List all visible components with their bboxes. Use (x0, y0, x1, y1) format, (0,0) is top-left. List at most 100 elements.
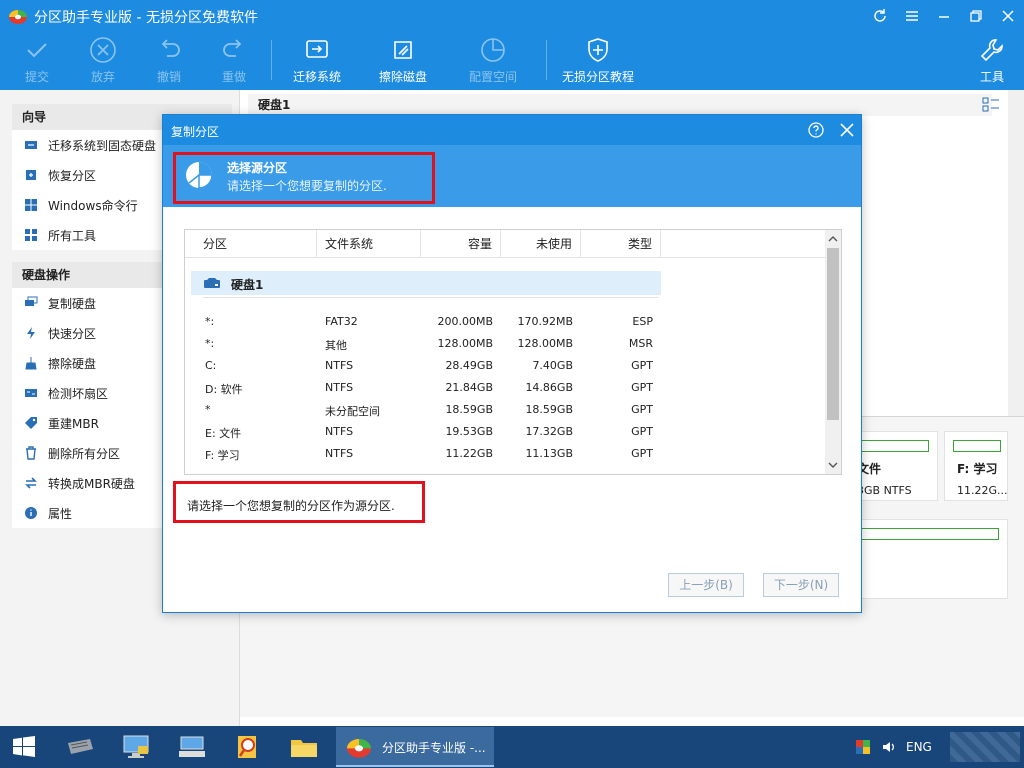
cell-capacity: 18.59GB (445, 403, 493, 416)
discard-button[interactable]: 放弃 (68, 36, 138, 88)
cell-unused: 11.13GB (525, 447, 573, 460)
disk-map-card[interactable] (844, 519, 1008, 599)
disk-group-row[interactable]: 硬盘1 (191, 271, 661, 295)
cell-type: GPT (631, 381, 653, 394)
config-space-button[interactable]: 配置空间 (458, 36, 528, 88)
tray-volume[interactable] (874, 730, 904, 764)
sidebar-item-label: 擦除硬盘 (48, 356, 97, 371)
sidebar-item-label: 重建MBR (48, 416, 99, 431)
cell-type: GPT (631, 359, 653, 372)
taskbar-search-tool[interactable] (226, 730, 270, 764)
sidebar-item-label: 所有工具 (48, 228, 97, 243)
tools-button[interactable]: 工具 (960, 36, 1024, 88)
cell-filesystem: NTFS (325, 381, 354, 394)
minimize-icon (939, 16, 949, 18)
highlight-box (173, 481, 425, 523)
cell-filesystem: FAT32 (325, 315, 358, 328)
table-row[interactable]: *: FAT32 200.00MB 170.92MB ESP (185, 311, 825, 333)
column-header-unused[interactable]: 未使用 (501, 230, 581, 258)
back-button[interactable]: 上一步(B) (668, 573, 744, 597)
restore-button[interactable] (960, 0, 992, 32)
shield-plus-icon (588, 38, 608, 62)
disk-usage-bar (853, 528, 999, 540)
refresh-button[interactable] (864, 0, 896, 32)
table-row[interactable]: D: 软件 NTFS 21.84GB 14.86GB GPT (185, 377, 825, 399)
cell-capacity: 19.53GB (445, 425, 493, 438)
next-button[interactable]: 下一步(N) (763, 573, 839, 597)
cell-capacity: 200.00MB (437, 315, 493, 328)
partition-card-f[interactable]: F: 学习 11.22G... (944, 431, 1008, 501)
cell-filesystem: 其他 (325, 339, 347, 352)
recover-icon (26, 170, 36, 180)
refresh-icon (874, 9, 886, 22)
folder-icon (291, 740, 317, 757)
restore-icon (970, 10, 982, 22)
taskbar-active-app[interactable]: 分区助手专业版 -... (336, 727, 494, 767)
taskbar-explorer[interactable] (282, 730, 326, 764)
config-label: 配置空间 (468, 70, 517, 84)
view-toggle-icon[interactable] (982, 96, 1000, 114)
discard-icon (90, 37, 116, 63)
redo-button[interactable]: 重做 (199, 36, 269, 88)
cell-partition: F: 学习 (205, 449, 240, 462)
cell-unused: 7.40GB (532, 359, 573, 372)
window-controls (864, 0, 1024, 32)
copy-disk-icon (25, 296, 38, 306)
cell-type: GPT (631, 403, 653, 416)
close-button[interactable] (992, 0, 1024, 32)
minimize-button[interactable] (928, 0, 960, 32)
cell-type: MSR (628, 337, 653, 350)
language-indicator[interactable]: ENG (906, 740, 932, 754)
pie-chart-icon (481, 38, 505, 62)
table-row[interactable]: E: 文件 NTFS 19.53GB 17.32GB GPT (185, 421, 825, 443)
table-row[interactable]: F: 学习 NTFS 11.22GB 11.13GB GPT (185, 443, 825, 465)
migrate-label: 迁移系统 (292, 70, 341, 84)
discard-label: 放弃 (90, 70, 115, 84)
column-header-filesystem[interactable]: 文件系统 (317, 230, 421, 258)
tray-color-icon (856, 740, 870, 754)
disk-group-label: 硬盘1 (231, 278, 264, 292)
cell-capacity: 28.49GB (445, 359, 493, 372)
partition-usage-bar (853, 440, 929, 452)
scroll-up-icon[interactable] (825, 232, 841, 246)
volume-icon (883, 742, 894, 752)
cell-partition: D: 软件 (205, 383, 243, 396)
submit-button[interactable]: 提交 (2, 36, 72, 88)
app-logo-icon (9, 10, 27, 24)
migrate-icon (306, 40, 328, 58)
column-header-type[interactable]: 类型 (581, 230, 661, 258)
cell-unused: 128.00MB (517, 337, 573, 350)
wipe-disk-button[interactable]: 擦除磁盘 (368, 36, 438, 88)
undo-button[interactable]: 撤销 (134, 36, 204, 88)
table-row[interactable]: *: 其他 128.00MB 128.00MB MSR (185, 333, 825, 355)
taskbar-disk-tool[interactable] (58, 730, 102, 764)
column-header-capacity[interactable]: 容量 (421, 230, 501, 258)
menu-icon (906, 11, 918, 21)
cell-partition: E: 文件 (205, 427, 242, 440)
table-row[interactable]: * 未分配空间 18.59GB 18.59GB GPT (185, 399, 825, 421)
start-button[interactable] (2, 730, 46, 764)
tutorial-button[interactable]: 无损分区教程 (556, 36, 640, 88)
taskbar-clock[interactable] (950, 732, 1020, 762)
cell-capacity: 11.22GB (445, 447, 493, 460)
main-scrollbar[interactable] (1008, 90, 1024, 416)
scroll-down-icon[interactable] (825, 458, 841, 472)
dialog-close-icon[interactable] (837, 120, 857, 140)
help-icon[interactable] (807, 121, 825, 139)
disk-icon (204, 278, 220, 288)
menu-button[interactable] (896, 0, 928, 32)
taskbar: 分区助手专业版 -... ENG (0, 726, 1024, 768)
migrate-system-button[interactable]: 迁移系统 (282, 36, 352, 88)
column-header-partition[interactable]: 分区 (185, 230, 317, 258)
partition-card-info: 11.22G... (957, 484, 1008, 497)
tutorial-label: 无损分区教程 (561, 70, 634, 84)
scrollbar-thumb[interactable] (827, 248, 839, 420)
cell-filesystem: NTFS (325, 425, 354, 438)
taskbar-keyboard[interactable] (170, 730, 214, 764)
table-scrollbar[interactable] (825, 230, 841, 474)
cell-filesystem: 未分配空间 (325, 405, 380, 418)
taskbar-computer[interactable] (114, 730, 158, 764)
copy-partition-dialog: 复制分区 选择源分区 请选择一个您想要复制的分区. 分区 文件系统 容量 未使用… (162, 114, 862, 613)
table-row[interactable]: C: NTFS 28.49GB 7.40GB GPT (185, 355, 825, 377)
sidebar-item-label: 恢复分区 (48, 168, 97, 183)
